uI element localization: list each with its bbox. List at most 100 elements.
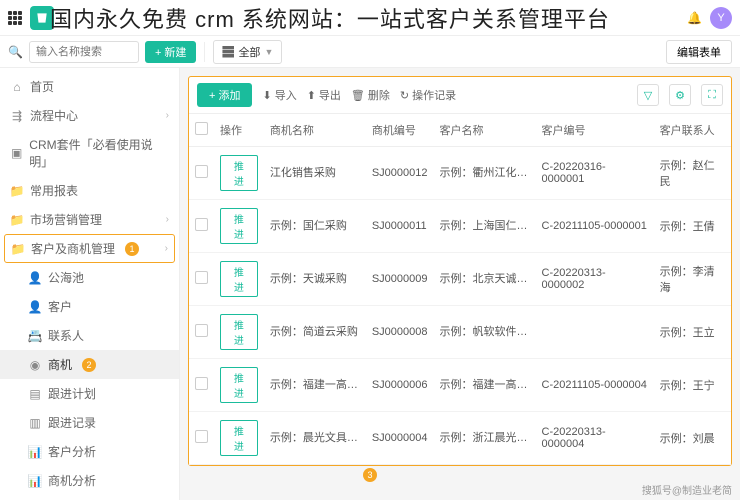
table-row[interactable]: 推进江化销售采购SJ0000012示例：衢州江化集团C-20220316-000…: [189, 147, 731, 200]
opportunity-icon: ◉: [28, 358, 42, 372]
sidebar-item-6[interactable]: 👤公海池: [0, 263, 179, 292]
import-button[interactable]: ⬇导入: [262, 87, 296, 103]
contact-name: 示例：王立: [654, 306, 731, 359]
opportunity-name: 示例：福建一高3月订单: [270, 376, 360, 392]
apps-icon[interactable]: [8, 11, 22, 25]
opportunity-name: 示例：晨光文具设备…: [270, 429, 360, 445]
table-row[interactable]: 推进示例：晨光文具设备…SJ0000004示例：浙江晨光文具…C-2022031…: [189, 412, 731, 465]
sidebar-item-4[interactable]: 📁市场营销管理›: [0, 205, 179, 234]
row-checkbox[interactable]: [195, 218, 208, 231]
expand-button[interactable]: ⛶: [701, 84, 723, 106]
search-input[interactable]: [29, 41, 139, 63]
push-button[interactable]: 推进: [220, 155, 258, 191]
book-icon: ▣: [10, 146, 23, 160]
avatar[interactable]: Y: [710, 7, 732, 29]
header: 🔔 Y: [0, 0, 740, 36]
annotation-badge: 1: [125, 242, 139, 256]
sidebar-item-7[interactable]: 👤客户: [0, 292, 179, 321]
column-header: 商机编号: [366, 114, 434, 147]
oplog-button[interactable]: ↻操作记录: [400, 87, 456, 103]
customer-code: C-20220313-0000002: [536, 253, 654, 306]
search-icon: 🔍: [8, 45, 23, 59]
sidebar-item-label: 客户及商机管理: [31, 240, 115, 257]
trash-icon: 🗑: [351, 89, 365, 102]
main: + 添加 ⬇导入 ⬆导出 🗑删除 ↻操作记录 ▽ ⚙ ⛶ 操作商机名称商机编号客…: [180, 68, 740, 500]
contact-name: 示例：赵仁民: [654, 147, 731, 200]
customer-code: C-20220316-0000001: [536, 147, 654, 200]
sidebar-item-11[interactable]: ▥跟进记录: [0, 408, 179, 437]
notification-icon[interactable]: 🔔: [687, 11, 702, 25]
sidebar-item-9[interactable]: ◉ 商机 2: [0, 350, 179, 379]
customer-code: [536, 306, 654, 359]
sidebar-item-0[interactable]: ⌂首页: [0, 72, 179, 101]
sidebar-item-label: 客户分析: [48, 443, 96, 460]
customer-code: C-20211105-0000004: [536, 359, 654, 412]
sidebar-item-1[interactable]: ⇶流程中心›: [0, 101, 179, 130]
push-button[interactable]: 推进: [220, 208, 258, 244]
history-icon: ↻: [400, 89, 409, 102]
chart-icon: 📊: [28, 445, 42, 459]
column-header: 商机名称: [264, 114, 366, 147]
annotation-badge: 2: [82, 358, 96, 372]
customer-name: 示例：上海国仁有限…: [440, 217, 530, 233]
select-all-checkbox[interactable]: [195, 122, 208, 135]
edit-form-button[interactable]: 编辑表单: [666, 40, 732, 64]
view-select[interactable]: 全部 ▼: [213, 40, 282, 64]
chevron-right-icon: ›: [166, 214, 169, 225]
chevron-down-icon: ▼: [264, 47, 273, 57]
export-button[interactable]: ⬆导出: [307, 87, 341, 103]
annotation-badge-3: 3: [363, 468, 377, 482]
sidebar-item-10[interactable]: ▤跟进计划: [0, 379, 179, 408]
push-button[interactable]: 推进: [220, 367, 258, 403]
filter-button[interactable]: ▽: [637, 84, 659, 106]
sidebar-item-3[interactable]: 📁常用报表: [0, 176, 179, 205]
sidebar: ⌂首页⇶流程中心›▣CRM套件「必看使用说明」📁常用报表📁市场营销管理›📁客户及…: [0, 68, 180, 500]
table-row[interactable]: 推进示例：天诚采购SJ0000009示例：北京天诚软件…C-20220313-0…: [189, 253, 731, 306]
sidebar-item-2[interactable]: ▣CRM套件「必看使用说明」: [0, 130, 179, 176]
sidebar-item-label: 联系人: [48, 327, 84, 344]
table-row[interactable]: 推进示例：简道云采购SJ0000008示例：帆软软件有限公司示例：王立: [189, 306, 731, 359]
opportunity-name: 江化销售采购: [270, 164, 336, 180]
push-button[interactable]: 推进: [220, 261, 258, 297]
sidebar-item-13[interactable]: 📊商机分析: [0, 466, 179, 495]
sidebar-item-label: 市场营销管理: [30, 211, 102, 228]
sidebar-item-8[interactable]: 📇联系人: [0, 321, 179, 350]
row-checkbox[interactable]: [195, 324, 208, 337]
sidebar-item-label: 公海池: [48, 269, 84, 286]
sidebar-item-12[interactable]: 📊 客户分析: [0, 437, 179, 466]
sidebar-item-14[interactable]: 📁产品报价管理›: [0, 495, 179, 500]
panel-toolbar: + 添加 ⬇导入 ⬆导出 🗑删除 ↻操作记录 ▽ ⚙ ⛶: [189, 77, 731, 113]
column-header: 客户联系人: [654, 114, 731, 147]
table-row[interactable]: 推进示例：福建一高3月订单 SJ0000006 示例：福建一高集团 C-2021110…: [189, 359, 731, 412]
view-label: 全部: [238, 44, 260, 60]
delete-button[interactable]: 🗑删除: [351, 87, 390, 103]
flow-icon: ⇶: [10, 109, 24, 123]
opportunity-code: SJ0000006: [366, 359, 434, 412]
data-table: 操作商机名称商机编号客户名称客户编号客户联系人 推进江化销售采购SJ000001…: [189, 113, 731, 465]
row-checkbox[interactable]: [195, 377, 208, 390]
sidebar-item-5[interactable]: 📁客户及商机管理1›: [4, 234, 175, 263]
row-checkbox[interactable]: [195, 430, 208, 443]
sidebar-item-label: 商机: [48, 356, 72, 373]
chevron-right-icon: ›: [165, 243, 168, 254]
opportunity-name: 示例：国仁采购: [270, 217, 347, 233]
watermark: 搜狐号@制造业老简: [642, 482, 732, 497]
contact-name: 示例：刘晨: [654, 412, 731, 465]
opportunity-code: SJ0000009: [366, 253, 434, 306]
table-row[interactable]: 推进示例：国仁采购SJ0000011示例：上海国仁有限…C-20211105-0…: [189, 200, 731, 253]
opportunity-code: SJ0000004: [366, 412, 434, 465]
customer-name: 示例：福建一高集团: [440, 376, 530, 392]
push-button[interactable]: 推进: [220, 420, 258, 456]
row-checkbox[interactable]: [195, 165, 208, 178]
column-header: [189, 114, 214, 147]
settings-button[interactable]: ⚙: [669, 84, 691, 106]
add-button[interactable]: + 添加: [197, 83, 252, 107]
new-button[interactable]: + 新建: [145, 41, 196, 63]
logo-icon: [30, 6, 54, 30]
opportunity-name: 示例：天诚采购: [270, 270, 347, 286]
row-checkbox[interactable]: [195, 271, 208, 284]
push-button[interactable]: 推进: [220, 314, 258, 350]
data-panel: + 添加 ⬇导入 ⬆导出 🗑删除 ↻操作记录 ▽ ⚙ ⛶ 操作商机名称商机编号客…: [188, 76, 732, 466]
gear-icon: ⚙: [675, 89, 685, 102]
column-header: 客户名称: [434, 114, 536, 147]
